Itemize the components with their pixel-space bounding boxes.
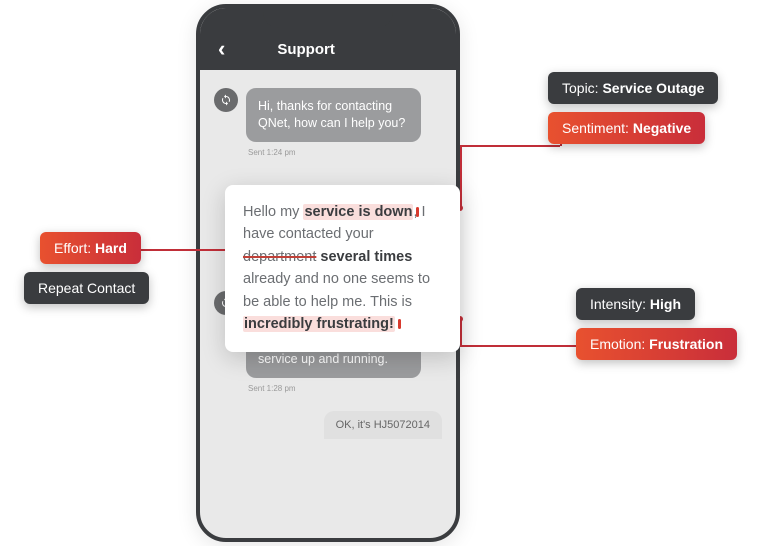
agent-bubble: Hi, thanks for contacting QNet, how can … [246, 88, 421, 142]
phone-notch [263, 4, 393, 28]
timestamp: Sent 1:24 pm [248, 148, 442, 157]
refresh-icon [220, 94, 232, 106]
connector-line [460, 345, 578, 347]
highlight-several-times: several times [320, 249, 412, 265]
tag-label: Effort: [54, 240, 95, 256]
highlighted-message-card: Hello my service is down, I have contact… [225, 185, 460, 352]
tag-label: Topic: [562, 80, 602, 96]
agent-avatar [214, 88, 238, 112]
tag-value: Service Outage [602, 80, 704, 96]
connector-line [460, 145, 560, 147]
user-bubble-partial: OK, it's HJ5072014 [324, 411, 442, 439]
msg-text: already and no one seems to be able to h… [243, 271, 430, 309]
tag-value: Hard [95, 240, 127, 256]
tag-intensity: Intensity: High [576, 288, 695, 320]
tag-topic: Topic: Service Outage [548, 72, 718, 104]
connector-line [460, 145, 462, 207]
tag-repeat-contact: Repeat Contact [24, 272, 149, 304]
highlight-frustrating: incredibly frustrating! [243, 316, 395, 332]
timestamp: Sent 1:28 pm [248, 384, 442, 393]
tag-label: Intensity: [590, 296, 650, 312]
back-icon[interactable]: ‹ [218, 36, 225, 62]
tag-value: High [650, 296, 681, 312]
highlight-service-down: service is down [303, 204, 413, 220]
tag-label: Emotion: [590, 336, 649, 352]
connector-line [460, 320, 462, 346]
tag-label: Sentiment: [562, 120, 633, 136]
tag-emotion: Emotion: Frustration [576, 328, 737, 360]
tag-value: Negative [633, 120, 691, 136]
strikethrough-text: department [243, 249, 316, 265]
tag-sentiment: Sentiment: Negative [548, 112, 705, 144]
tag-effort: Effort: Hard [40, 232, 141, 264]
tag-value: Frustration [649, 336, 723, 352]
user-message-row: OK, it's HJ5072014 [214, 411, 442, 439]
header-title: Support [277, 41, 335, 58]
msg-text: Hello my [243, 204, 303, 220]
agent-message-row: Hi, thanks for contacting QNet, how can … [214, 88, 442, 142]
tag-value: Repeat Contact [38, 280, 135, 296]
